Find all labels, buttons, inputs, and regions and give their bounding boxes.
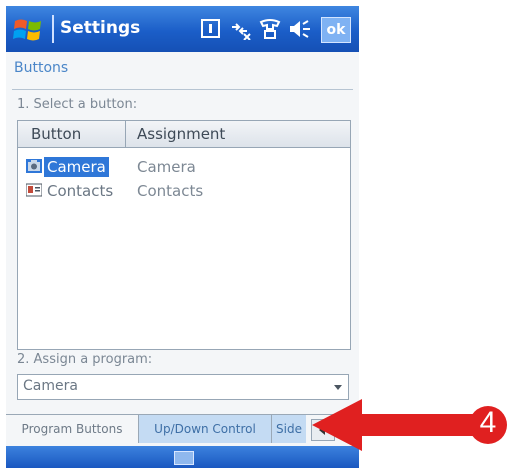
ok-button[interactable]: ok	[321, 17, 351, 43]
contacts-icon	[26, 183, 42, 197]
tab-side[interactable]: Side	[272, 415, 306, 443]
list-item[interactable]: Contacts Contacts	[18, 179, 350, 203]
connectivity-icon[interactable]	[229, 18, 251, 40]
select-button-label: 1. Select a button:	[17, 97, 138, 112]
camera-icon	[26, 159, 42, 173]
keyboard-icon[interactable]	[174, 451, 194, 465]
list-item[interactable]: Camera Camera	[18, 155, 350, 179]
list-item-button-name: Camera	[44, 157, 109, 177]
tab-program-buttons[interactable]: Program Buttons	[8, 415, 136, 443]
list-item-assignment: Contacts	[137, 182, 204, 200]
button-list[interactable]: Button Assignment Camera Camera Contacts	[17, 120, 351, 350]
list-item-assignment: Camera	[137, 158, 196, 176]
header-divider	[12, 89, 353, 90]
chevron-down-icon[interactable]	[334, 385, 342, 390]
phone-icon[interactable]	[258, 18, 282, 40]
tab-strip: Program Buttons Up/Down Control Side	[6, 414, 359, 445]
page-title: Buttons	[14, 60, 69, 76]
assign-program-label: 2. Assign a program:	[17, 352, 153, 367]
title-separator	[52, 15, 54, 43]
tab-up-down-control[interactable]: Up/Down Control	[138, 415, 272, 443]
column-header-button[interactable]: Button	[31, 125, 81, 143]
speaker-icon[interactable]	[288, 18, 312, 40]
title-bar: Settings ok	[6, 6, 359, 52]
dropdown-selected-value: Camera	[23, 378, 78, 394]
list-header: Button Assignment	[18, 121, 350, 148]
program-dropdown[interactable]: Camera	[17, 374, 349, 400]
menu-bar	[6, 446, 359, 468]
window-title: Settings	[60, 18, 141, 38]
windows-start-icon[interactable]	[12, 13, 46, 47]
column-divider[interactable]	[125, 121, 126, 147]
keyboard-indicator-icon[interactable]	[201, 18, 221, 40]
callout-step-number: 4	[479, 406, 497, 439]
column-header-assignment[interactable]: Assignment	[137, 125, 225, 143]
list-item-button-name: Contacts	[47, 182, 114, 200]
device-screen: Settings ok Buttons 1. Select a button: …	[6, 6, 359, 468]
